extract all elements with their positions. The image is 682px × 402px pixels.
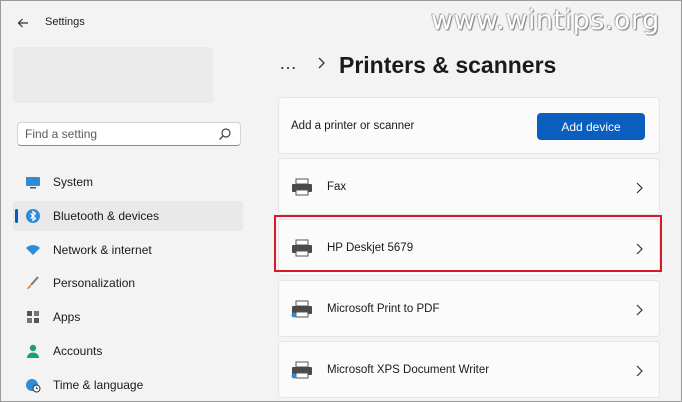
apps-icon	[27, 311, 39, 324]
add-printer-label: Add a printer or scanner	[291, 120, 415, 132]
sidebar-item-personalization[interactable]: Personalization	[13, 268, 243, 298]
printer-icon	[292, 178, 312, 196]
sidebar-item-apps[interactable]: Apps	[13, 302, 243, 332]
printer-pdf-icon	[291, 300, 312, 318]
printer-item-fax[interactable]: Fax	[278, 158, 660, 215]
back-button[interactable]	[13, 13, 33, 33]
sidebar-item-bluetooth-devices[interactable]: Bluetooth & devices	[13, 200, 243, 231]
search-input[interactable]: Find a setting	[25, 127, 97, 141]
printer-icon	[292, 239, 312, 257]
sidebar-item-label: Accounts	[53, 343, 103, 358]
chevron-right-icon	[636, 304, 643, 316]
printer-item-print-to-pdf[interactable]: Microsoft Print to PDF	[278, 280, 660, 337]
arrow-left-icon	[17, 18, 28, 28]
breadcrumb-more-button[interactable]: …	[279, 53, 298, 74]
printer-name: Microsoft XPS Document Writer	[327, 364, 490, 376]
settings-window: Settings www.wintips.org Find a setting …	[0, 0, 682, 402]
sidebar-item-label: Apps	[53, 310, 81, 325]
person-icon	[27, 344, 39, 358]
printer-xps-icon	[291, 361, 312, 379]
chevron-right-icon	[636, 365, 643, 377]
chevron-right-icon	[318, 57, 325, 69]
sidebar-item-network[interactable]: Network & internet	[13, 235, 243, 265]
page-title: Printers & scanners	[339, 52, 557, 78]
sidebar-item-label: Time & language	[53, 377, 144, 392]
sidebar-item-label: Bluetooth & devices	[53, 208, 160, 223]
active-indicator	[15, 208, 18, 223]
sidebar-item-label: System	[53, 175, 94, 189]
search-box[interactable]: Find a setting	[17, 122, 241, 146]
wifi-icon	[26, 244, 40, 255]
printer-item-xps-writer[interactable]: Microsoft XPS Document Writer	[278, 341, 660, 398]
add-printer-card: Add a printer or scanner Add device	[278, 97, 660, 154]
brush-icon	[27, 276, 39, 290]
sidebar-item-label: Personalization	[53, 276, 136, 291]
chevron-right-icon	[636, 243, 643, 255]
bluetooth-icon	[26, 208, 40, 223]
add-device-button[interactable]: Add device	[537, 113, 645, 140]
printer-name: HP Deskjet 5679	[327, 242, 414, 254]
printer-item-hp-deskjet[interactable]: HP Deskjet 5679	[278, 219, 660, 276]
sidebar-nav: System Bluetooth & devices Network & int…	[13, 167, 243, 401]
user-profile-area[interactable]	[13, 47, 213, 103]
chevron-right-icon	[636, 182, 643, 194]
sidebar-item-accounts[interactable]: Accounts	[13, 336, 243, 366]
globe-clock-icon	[26, 378, 41, 393]
monitor-icon	[26, 177, 40, 189]
watermark: www.wintips.org	[431, 5, 660, 36]
window-title: Settings	[45, 16, 85, 28]
sidebar-item-time-language[interactable]: Time & language	[13, 370, 243, 400]
printer-name: Microsoft Print to PDF	[327, 303, 440, 315]
sidebar-item-label: Network & internet	[53, 242, 152, 257]
sidebar-item-system[interactable]: System	[13, 167, 243, 197]
printer-name: Fax	[327, 181, 347, 193]
search-icon[interactable]	[218, 127, 232, 141]
